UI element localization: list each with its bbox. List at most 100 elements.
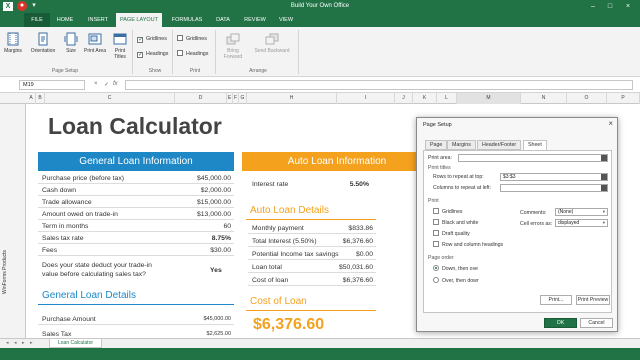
print-area-button[interactable]: Print Area xyxy=(84,32,106,54)
prev-sheet-icon[interactable]: ◂ xyxy=(14,339,17,348)
tab-file[interactable]: FILE xyxy=(24,13,50,27)
sheet-tabs-bar: ◂ ◂ ▸ ▸ Loan Calculator xyxy=(0,338,640,348)
ribbon-separator xyxy=(172,30,173,74)
maximize-icon[interactable]: □ xyxy=(603,0,617,13)
table-row[interactable]: Sales tax rate 8.75% xyxy=(38,233,234,244)
column-header[interactable]: O xyxy=(567,93,607,104)
table-row[interactable]: Loan total $50,031.60 xyxy=(248,262,376,273)
column-header[interactable]: N xyxy=(521,93,567,104)
table-row[interactable]: Purchase Amount $45,000.00 xyxy=(38,314,234,325)
column-headers: A B C D E F G H I J K L M N O P xyxy=(0,93,640,104)
cancel-formula-icon[interactable]: × xyxy=(94,81,98,87)
ribbon-tabs: FILE HOME INSERT PAGE LAYOUT FORMULAS DA… xyxy=(0,13,640,27)
table-row[interactable]: Term in months 60 xyxy=(38,221,234,232)
question-line-2: value before calculating sales tax? xyxy=(42,271,146,278)
next-sheet-icon[interactable]: ▸ xyxy=(22,339,25,348)
print-button[interactable]: Print... xyxy=(540,295,572,305)
cancel-button[interactable]: Cancel xyxy=(580,318,613,328)
print-area-input[interactable] xyxy=(458,154,608,162)
column-header[interactable]: M xyxy=(457,93,521,104)
print-gridlines-checkbox[interactable]: Gridlines xyxy=(177,35,207,43)
print-titles-button[interactable]: Print Titles xyxy=(109,32,131,60)
size-icon xyxy=(64,32,78,46)
cost-of-loan-value: $6,376.60 xyxy=(253,316,325,333)
tab-data[interactable]: DATA xyxy=(210,13,236,27)
margins-button[interactable]: Margins xyxy=(2,32,24,54)
dialog-panel: Print area: Print titles Rows to repeat … xyxy=(423,150,612,313)
column-header[interactable]: I xyxy=(337,93,395,104)
interest-rate-row[interactable]: Interest rate 5.50% xyxy=(248,179,372,190)
general-loan-header: General Loan Information xyxy=(38,152,234,171)
draft-quality-checkbox[interactable]: Draft quality xyxy=(433,230,470,238)
enter-formula-icon[interactable]: ✓ xyxy=(104,81,109,88)
column-header[interactable]: G xyxy=(239,93,247,104)
dialog-tab-margins[interactable]: Margins xyxy=(447,140,476,150)
question-answer[interactable]: Yes xyxy=(210,266,222,275)
minimize-icon[interactable]: – xyxy=(586,0,600,13)
column-header[interactable]: L xyxy=(437,93,457,104)
column-header[interactable]: J xyxy=(395,93,413,104)
black-white-checkbox[interactable]: Black and white xyxy=(433,219,478,227)
gridlines-checkbox[interactable]: Gridlines xyxy=(433,208,462,216)
table-row[interactable]: Amount owed on trade-in $13,000.00 xyxy=(38,209,234,220)
tab-view[interactable]: VIEW xyxy=(274,13,298,27)
print-preview-button[interactable]: Print Preview xyxy=(576,295,610,305)
dropdown-arrow-icon: ▾ xyxy=(602,209,605,214)
column-header[interactable]: D xyxy=(175,93,227,104)
formula-bar: M19 × ✓ fx xyxy=(0,77,640,93)
table-row[interactable]: Potential Income tax savings $0.00 xyxy=(248,249,376,260)
range-picker-icon[interactable] xyxy=(601,185,607,191)
ok-button[interactable]: OK xyxy=(544,318,577,328)
section-divider xyxy=(246,310,376,311)
comments-select[interactable]: (None) ▾ xyxy=(555,208,608,216)
bring-forward-icon xyxy=(226,33,240,45)
dialog-tab-page[interactable]: Page xyxy=(425,140,448,150)
table-row[interactable]: Monthly payment $833.86 xyxy=(248,223,376,234)
range-picker-icon[interactable] xyxy=(601,155,607,161)
table-row[interactable]: Total Interest (5.50%) $6,376.60 xyxy=(248,236,376,247)
insert-function-icon[interactable]: fx xyxy=(113,81,118,87)
column-header[interactable]: K xyxy=(413,93,437,104)
column-header[interactable]: B xyxy=(36,93,45,104)
close-icon[interactable]: × xyxy=(621,0,635,13)
view-gridlines-checkbox[interactable]: ✓ Gridlines xyxy=(137,35,167,43)
tab-home[interactable]: HOME xyxy=(53,13,77,27)
down-then-over-radio[interactable]: Down, then ove xyxy=(433,265,478,273)
column-header[interactable]: A xyxy=(27,93,36,104)
tab-review[interactable]: REVIEW xyxy=(240,13,270,27)
bring-forward-button[interactable]: Bring Forward xyxy=(219,32,247,60)
row-col-headings-checkbox[interactable]: Row and column headings xyxy=(433,241,503,249)
dialog-tab-header-footer[interactable]: Header/Footer xyxy=(477,140,522,150)
tab-insert[interactable]: INSERT xyxy=(83,13,113,27)
view-headings-checkbox[interactable]: ✓ Headings xyxy=(137,50,168,58)
cell-errors-select[interactable]: displayed ▾ xyxy=(555,219,608,227)
orientation-button[interactable]: Orientation xyxy=(28,32,58,54)
size-button[interactable]: Size xyxy=(62,32,80,54)
column-header[interactable]: C xyxy=(45,93,175,104)
table-row[interactable]: Cost of loan $6,376.60 xyxy=(248,275,376,286)
row-headers: WinForms Products xyxy=(0,104,26,346)
table-row[interactable]: Trade allowance $15,000.00 xyxy=(38,197,234,208)
name-box[interactable]: M19 xyxy=(19,80,85,90)
formula-input[interactable] xyxy=(125,80,633,90)
sheet-tab-loan-calculator[interactable]: Loan Calculator xyxy=(49,339,103,348)
column-header[interactable]: P xyxy=(607,93,640,104)
cols-repeat-input[interactable] xyxy=(500,184,608,192)
over-then-down-radio[interactable]: Over, then dowr xyxy=(433,277,479,285)
send-backward-button[interactable]: Send Backward xyxy=(250,32,294,54)
range-picker-icon[interactable] xyxy=(601,174,607,180)
table-row[interactable]: Purchase price (before tax) $45,000.00 xyxy=(38,173,234,184)
first-sheet-icon[interactable]: ◂ xyxy=(6,339,9,348)
dialog-close-icon[interactable]: × xyxy=(608,119,613,128)
print-headings-checkbox[interactable]: Headings xyxy=(177,50,208,58)
comments-label: Comments: xyxy=(520,210,547,216)
column-header[interactable]: H xyxy=(247,93,337,104)
tab-formulas[interactable]: FORMULAS xyxy=(168,13,206,27)
rows-repeat-input[interactable]: $3:$3 xyxy=(500,173,608,181)
last-sheet-icon[interactable]: ▸ xyxy=(30,339,33,348)
checkbox-checked-icon: ✓ xyxy=(137,37,144,43)
table-row[interactable]: Cash down $2,000.00 xyxy=(38,185,234,196)
table-row[interactable]: Fees $30.00 xyxy=(38,245,234,256)
tab-page-layout[interactable]: PAGE LAYOUT xyxy=(116,13,162,27)
orientation-label: Orientation xyxy=(30,48,56,54)
